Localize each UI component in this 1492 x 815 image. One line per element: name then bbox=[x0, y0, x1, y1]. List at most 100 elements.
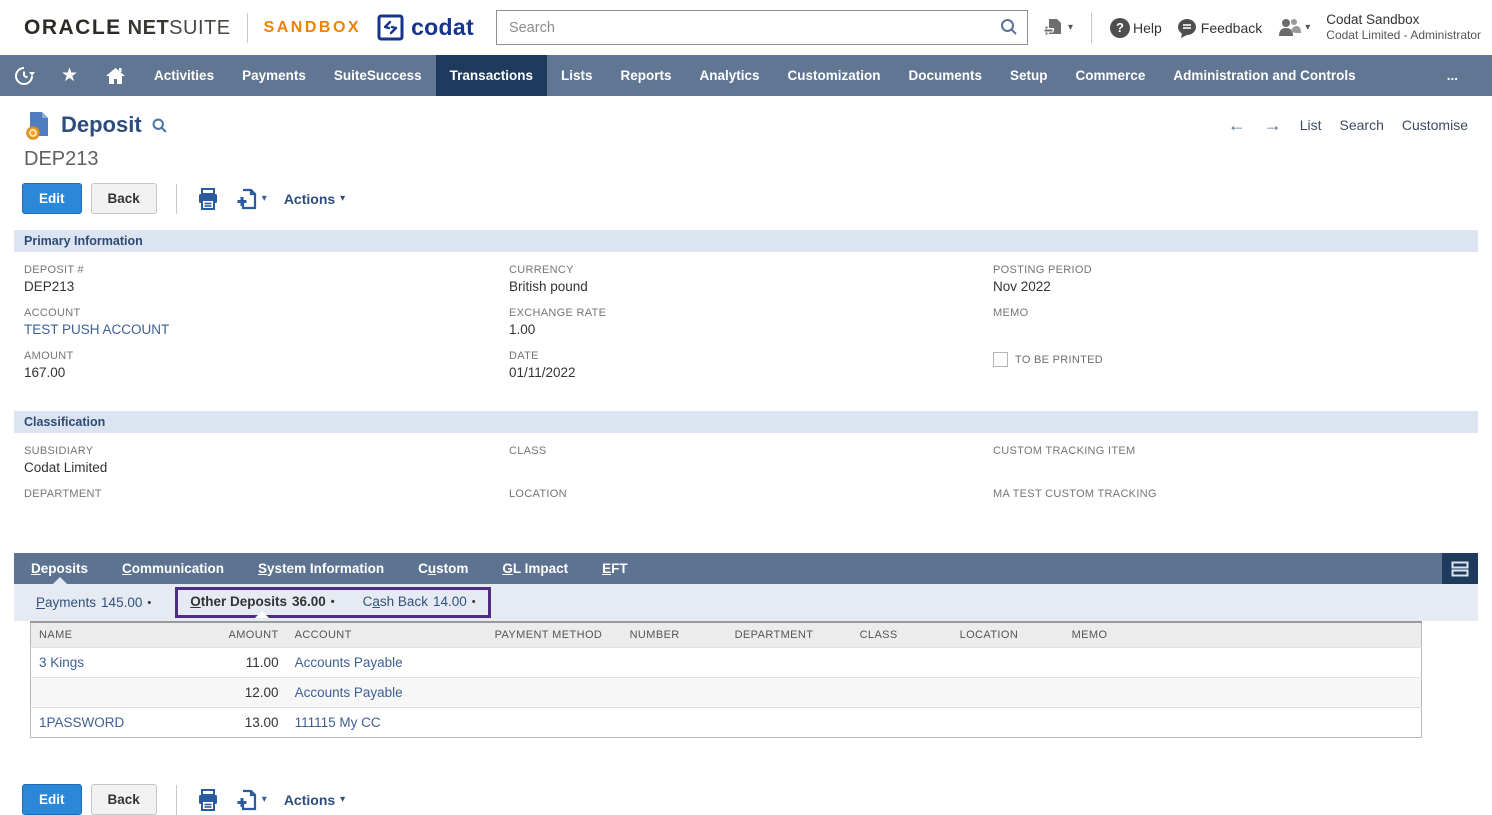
nav-item-documents[interactable]: Documents bbox=[895, 55, 997, 96]
forward-arrow-button[interactable]: → bbox=[1264, 115, 1282, 136]
nav-item-analytics[interactable]: Analytics bbox=[685, 55, 773, 96]
chevron-down-icon: ▾ bbox=[1068, 22, 1073, 33]
save-as-new-menu[interactable]: ▾ bbox=[235, 788, 267, 812]
cell-name-link[interactable]: 1PASSWORD bbox=[31, 708, 221, 738]
field-class: CLASS bbox=[509, 445, 993, 478]
tab-accel: S bbox=[258, 561, 267, 576]
netsuite-wordmark-light: SUITE bbox=[169, 17, 230, 40]
tab-accel: E bbox=[602, 561, 611, 576]
recent-records-button[interactable] bbox=[0, 55, 48, 96]
cell-memo bbox=[1064, 708, 1422, 738]
cell-account-link[interactable]: Accounts Payable bbox=[287, 648, 487, 678]
field-value: Codat Limited bbox=[24, 460, 509, 476]
print-icon[interactable] bbox=[196, 788, 220, 812]
subtab-payments[interactable]: Payments 145.00 • bbox=[26, 595, 161, 610]
tab-eft[interactable]: EFT bbox=[585, 553, 645, 584]
column-header-class: CLASS bbox=[852, 622, 952, 648]
section-classification: Classification bbox=[14, 411, 1478, 433]
subtab-accel: P bbox=[36, 595, 45, 610]
nav-item-reports[interactable]: Reports bbox=[606, 55, 685, 96]
tab-gl-impact[interactable]: GL Impact bbox=[485, 553, 585, 584]
to-be-printed-checkbox[interactable] bbox=[993, 352, 1008, 367]
subtab-cash-back[interactable]: Cash Back 14.00 • bbox=[363, 594, 476, 609]
edit-button-bottom[interactable]: Edit bbox=[22, 784, 82, 815]
user-role-icon bbox=[1276, 16, 1302, 40]
subtab-label: ther Deposits bbox=[201, 594, 287, 609]
bullet-icon: • bbox=[331, 596, 335, 608]
role-menu[interactable]: ▾ bbox=[1276, 16, 1310, 40]
field-value bbox=[993, 322, 1468, 338]
nav-item-setup[interactable]: Setup bbox=[996, 55, 1062, 96]
list-link[interactable]: List bbox=[1300, 117, 1322, 133]
sandbox-badge: SANDBOX bbox=[264, 19, 362, 37]
field-value bbox=[509, 503, 993, 519]
nav-item-transactions[interactable]: Transactions bbox=[436, 55, 547, 96]
expand-rows-button[interactable] bbox=[1442, 553, 1478, 584]
account-link[interactable]: TEST PUSH ACCOUNT bbox=[24, 322, 509, 338]
nav-item-payments[interactable]: Payments bbox=[228, 55, 320, 96]
customise-link[interactable]: Customise bbox=[1402, 117, 1468, 133]
nav-item-activities[interactable]: Activities bbox=[140, 55, 228, 96]
help-button[interactable]: ? Help bbox=[1110, 18, 1162, 38]
cell-number bbox=[622, 678, 727, 708]
annotation-highlight-box: Other Deposits 36.00 • Cash Back 14.00 • bbox=[175, 587, 490, 618]
actions-menu-top[interactable]: Actions ▾ bbox=[284, 191, 345, 207]
back-button-top[interactable]: Back bbox=[91, 183, 157, 214]
edit-button-top[interactable]: Edit bbox=[22, 183, 82, 214]
home-button[interactable] bbox=[91, 55, 140, 96]
oracle-netsuite-logo: ORACLE NETSUITE bbox=[24, 16, 231, 40]
save-as-new-menu[interactable]: ▾ bbox=[235, 187, 267, 211]
tab-label: stom bbox=[436, 561, 468, 576]
tab-system-information[interactable]: System Information bbox=[241, 553, 401, 584]
header-divider bbox=[247, 13, 248, 43]
shortcuts-button[interactable]: ★ bbox=[48, 55, 91, 96]
nav-item-administration[interactable]: Administration and Controls bbox=[1159, 55, 1369, 96]
create-new-menu[interactable]: ▾ bbox=[1042, 16, 1073, 39]
deposit-record-icon bbox=[24, 110, 52, 140]
chevron-down-icon: ▾ bbox=[262, 193, 267, 204]
codat-mark-icon bbox=[377, 14, 404, 41]
cell-location bbox=[952, 678, 1064, 708]
back-button-bottom[interactable]: Back bbox=[91, 784, 157, 815]
new-document-icon bbox=[235, 788, 259, 812]
nav-item-commerce[interactable]: Commerce bbox=[1062, 55, 1160, 96]
record-search-icon[interactable] bbox=[151, 117, 168, 134]
cell-amount: 13.00 bbox=[221, 708, 287, 738]
back-arrow-button[interactable]: ← bbox=[1228, 115, 1246, 136]
cell-name-link[interactable]: 3 Kings bbox=[31, 648, 221, 678]
column-header-name: NAME bbox=[31, 622, 221, 648]
field-label: DEPOSIT # bbox=[24, 264, 509, 276]
field-value: 167.00 bbox=[24, 365, 509, 381]
main-nav: ★ Activities Payments SuiteSuccess Trans… bbox=[0, 55, 1492, 96]
field-label: DATE bbox=[509, 350, 993, 362]
print-icon[interactable] bbox=[196, 187, 220, 211]
global-search-input[interactable] bbox=[496, 10, 1028, 45]
search-icon[interactable] bbox=[999, 17, 1019, 37]
account-info[interactable]: Codat Sandbox Codat Limited - Administra… bbox=[1326, 12, 1481, 44]
cell-location bbox=[952, 648, 1064, 678]
nav-item-customization[interactable]: Customization bbox=[774, 55, 895, 96]
field-exchange-rate: EXCHANGE RATE 1.00 bbox=[509, 307, 993, 340]
tab-communication[interactable]: Communication bbox=[105, 553, 241, 584]
tab-custom[interactable]: Custom bbox=[401, 553, 485, 584]
search-link[interactable]: Search bbox=[1340, 117, 1384, 133]
to-be-printed-label: TO BE PRINTED bbox=[1015, 354, 1103, 366]
bullet-icon: • bbox=[147, 597, 151, 609]
cell-account-link[interactable]: 111115 My CC bbox=[287, 708, 487, 738]
help-label: Help bbox=[1133, 20, 1162, 36]
oracle-wordmark: ORACLE bbox=[24, 16, 122, 40]
cell-account-link[interactable]: Accounts Payable bbox=[287, 678, 487, 708]
actions-menu-bottom[interactable]: Actions ▾ bbox=[284, 792, 345, 808]
tab-deposits[interactable]: Deposits bbox=[14, 553, 105, 584]
subtab-accel: a bbox=[372, 594, 380, 609]
nav-item-lists[interactable]: Lists bbox=[547, 55, 607, 96]
primary-information-fields: DEPOSIT # DEP213 ACCOUNT TEST PUSH ACCOU… bbox=[0, 252, 1492, 395]
toolbar-top: Edit Back ▾ Actions ▾ bbox=[0, 171, 1492, 214]
field-label: EXCHANGE RATE bbox=[509, 307, 993, 319]
subtab-other-deposits[interactable]: Other Deposits 36.00 • bbox=[190, 594, 334, 609]
field-value bbox=[509, 460, 993, 476]
nav-item-more[interactable]: ... bbox=[1433, 55, 1472, 96]
deposit-subtab-row: Payments 145.00 • Other Deposits 36.00 •… bbox=[14, 584, 1478, 621]
feedback-button[interactable]: Feedback bbox=[1176, 17, 1262, 39]
nav-item-suitesuccess[interactable]: SuiteSuccess bbox=[320, 55, 436, 96]
